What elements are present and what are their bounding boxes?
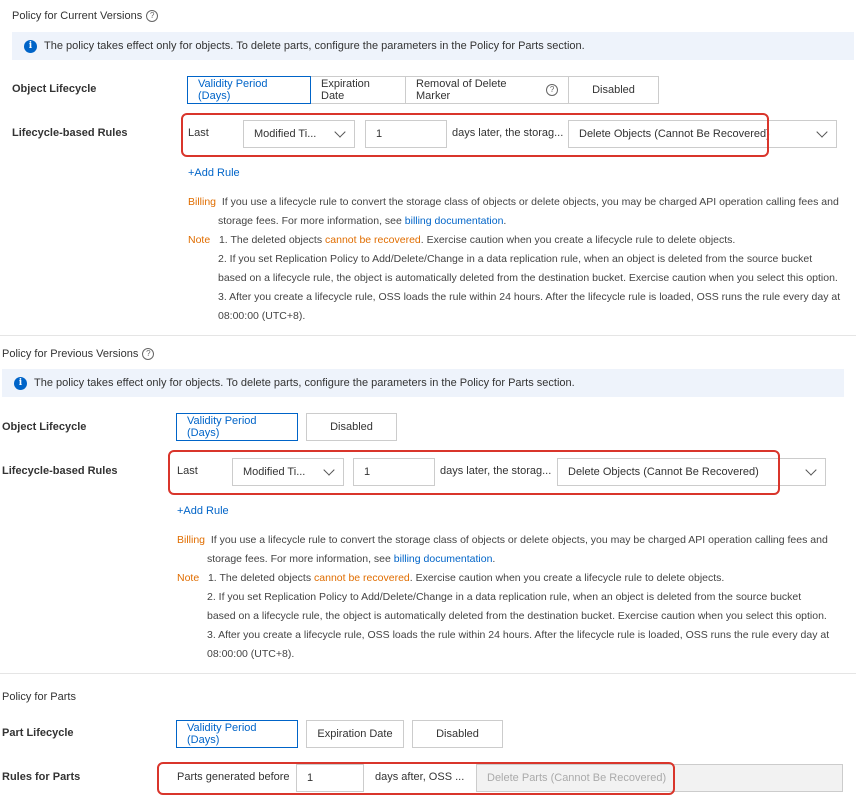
highlight-box [157,762,675,795]
option-expiration-date[interactable]: Expiration Date [306,720,404,748]
previous-note: Note 1. The deleted objects cannot be re… [177,572,830,660]
current-lifecycle-options: Validity Period (Days) Expiration Date R… [187,76,659,104]
help-icon[interactable]: ? [146,10,159,22]
parts-lifecycle-options: Validity Period (Days) Expiration Date D… [176,720,503,748]
current-note: Note 1. The deleted objects cannot be re… [188,234,841,322]
current-add-rule-button[interactable]: +Add Rule [188,167,240,179]
previous-rules-label: Lifecycle-based Rules [2,465,118,477]
previous-info-banner: i The policy takes effect only for object… [2,369,844,397]
current-section-title: Policy for Current Versions? [12,10,159,22]
option-validity-period[interactable]: Validity Period (Days) [187,76,311,104]
chevron-down-icon [805,464,817,476]
current-info-banner: i The policy takes effect only for object… [12,32,854,60]
info-icon: i [24,39,37,53]
previous-section-title: Policy for Previous Versions? [2,348,155,360]
divider [0,673,856,674]
highlight-box [181,113,769,157]
parts-section-title: Policy for Parts [2,691,76,703]
option-expiration-date[interactable]: Expiration Date [310,76,406,104]
billing-documentation-link[interactable]: billing documentation [405,215,504,227]
option-disabled[interactable]: Disabled [568,76,659,104]
help-icon[interactable]: ? [546,84,558,96]
current-rules-label: Lifecycle-based Rules [12,127,128,139]
option-removal-delete-marker[interactable]: Removal of Delete Marker? [405,76,569,104]
option-validity-period[interactable]: Validity Period (Days) [176,413,298,441]
chevron-down-icon [816,126,828,138]
highlight-box [168,450,780,495]
current-billing-note: Billing If you use a lifecycle rule to c… [188,196,839,227]
previous-add-rule-button[interactable]: +Add Rule [177,505,229,517]
current-object-lifecycle-label: Object Lifecycle [12,83,97,95]
previous-billing-note: Billing If you use a lifecycle rule to c… [177,534,828,565]
part-lifecycle-label: Part Lifecycle [2,727,74,739]
billing-documentation-link[interactable]: billing documentation [394,553,493,565]
previous-lifecycle-options: Validity Period (Days) Disabled [176,413,397,441]
info-icon: i [14,376,27,390]
divider [0,335,856,336]
option-disabled[interactable]: Disabled [412,720,503,748]
help-icon[interactable]: ? [142,348,155,360]
previous-object-lifecycle-label: Object Lifecycle [2,421,87,433]
parts-rules-label: Rules for Parts [2,771,81,783]
option-disabled[interactable]: Disabled [306,413,397,441]
option-validity-period[interactable]: Validity Period (Days) [176,720,298,748]
